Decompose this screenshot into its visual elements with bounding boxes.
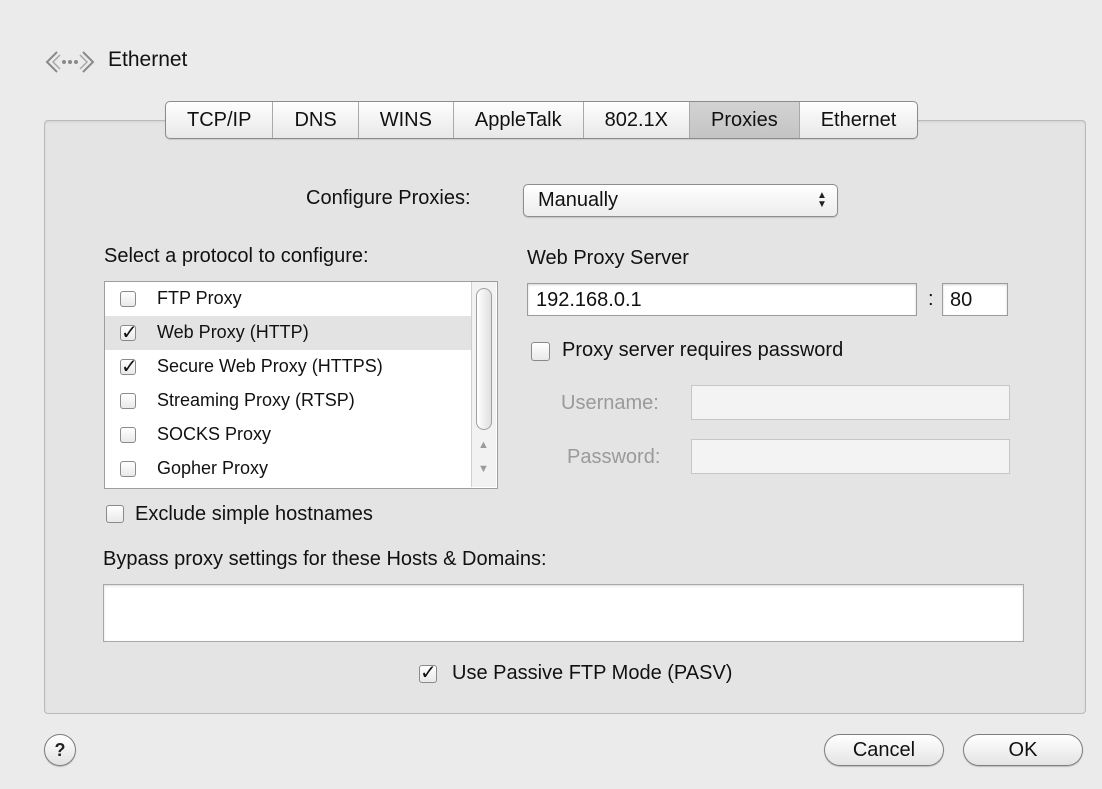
list-item-label: SOCKS Proxy bbox=[157, 424, 272, 444]
password-label: Password: bbox=[567, 446, 661, 468]
scroll-down-icon[interactable]: ▼ bbox=[478, 463, 489, 475]
gopher-proxy-checkbox[interactable] bbox=[120, 461, 136, 477]
tab-dns[interactable]: DNS bbox=[273, 102, 359, 138]
proxy-port-field[interactable]: 80 bbox=[942, 283, 1008, 316]
tab-tcpip[interactable]: TCP/IP bbox=[166, 102, 274, 138]
configure-proxies-popup[interactable]: Manually ▲ ▼ bbox=[523, 184, 838, 217]
list-item-web-proxy[interactable]: Web Proxy (HTTP) bbox=[105, 316, 471, 350]
protocol-list: FTP Proxy Web Proxy (HTTP) Secure Web Pr… bbox=[104, 281, 498, 489]
streaming-proxy-checkbox[interactable] bbox=[120, 393, 136, 409]
list-item-secure-web-proxy[interactable]: Secure Web Proxy (HTTPS) bbox=[105, 350, 471, 384]
ok-button[interactable]: OK bbox=[963, 734, 1083, 766]
bypass-hosts-field[interactable] bbox=[103, 584, 1024, 642]
list-item-ftp-proxy[interactable]: FTP Proxy bbox=[105, 282, 471, 316]
window-title: Ethernet bbox=[108, 48, 188, 71]
tab-bar: TCP/IP DNS WINS AppleTalk 802.1X Proxies… bbox=[165, 101, 919, 139]
list-item-label: Gopher Proxy bbox=[157, 458, 269, 478]
proxy-host-field[interactable]: 192.168.0.1 bbox=[527, 283, 917, 316]
tab-ethernet[interactable]: Ethernet bbox=[800, 102, 918, 138]
exclude-simple-hostnames-checkbox[interactable] bbox=[106, 505, 124, 523]
web-proxy-checkbox[interactable] bbox=[120, 320, 138, 345]
list-item-label: Secure Web Proxy (HTTPS) bbox=[157, 356, 383, 376]
tab-proxies[interactable]: Proxies bbox=[690, 102, 800, 138]
password-field bbox=[691, 439, 1010, 474]
passive-ftp-label: Use Passive FTP Mode (PASV) bbox=[452, 662, 733, 684]
requires-password-label: Proxy server requires password bbox=[562, 339, 844, 361]
scrollbar-thumb[interactable] bbox=[476, 288, 492, 430]
list-item-socks-proxy[interactable]: SOCKS Proxy bbox=[105, 418, 471, 452]
scroll-up-icon[interactable]: ▲ bbox=[478, 439, 489, 451]
cancel-button[interactable]: Cancel bbox=[824, 734, 944, 766]
list-item-label: FTP Proxy bbox=[157, 288, 242, 308]
bypass-label: Bypass proxy settings for these Hosts & … bbox=[103, 548, 547, 570]
web-proxy-server-label: Web Proxy Server bbox=[527, 247, 689, 269]
tab-appletalk[interactable]: AppleTalk bbox=[454, 102, 584, 138]
ftp-proxy-checkbox[interactable] bbox=[120, 291, 136, 307]
secure-web-proxy-checkbox[interactable] bbox=[120, 354, 138, 379]
list-item-gopher-proxy[interactable]: Gopher Proxy bbox=[105, 452, 471, 486]
help-button[interactable]: ? bbox=[44, 734, 76, 766]
socks-proxy-checkbox[interactable] bbox=[120, 427, 136, 443]
username-field bbox=[691, 385, 1010, 420]
host-port-separator: : bbox=[928, 288, 934, 310]
protocol-list-scrollbar[interactable]: ▲ ▼ bbox=[471, 282, 496, 487]
popup-arrows-icon: ▲ ▼ bbox=[817, 190, 827, 210]
passive-ftp-checkbox[interactable] bbox=[419, 660, 437, 685]
network-ethernet-icon bbox=[45, 48, 95, 76]
list-item-label: Streaming Proxy (RTSP) bbox=[157, 390, 355, 410]
requires-password-checkbox[interactable] bbox=[531, 342, 550, 361]
exclude-simple-hostnames-label: Exclude simple hostnames bbox=[135, 503, 373, 525]
list-item-label: Web Proxy (HTTP) bbox=[157, 322, 309, 342]
tab-wins[interactable]: WINS bbox=[359, 102, 454, 138]
configure-proxies-value: Manually bbox=[538, 189, 619, 211]
configure-proxies-label: Configure Proxies: bbox=[306, 187, 471, 209]
tab-8021x[interactable]: 802.1X bbox=[584, 102, 691, 138]
username-label: Username: bbox=[561, 392, 659, 414]
list-item-streaming-proxy[interactable]: Streaming Proxy (RTSP) bbox=[105, 384, 471, 418]
protocol-list-label: Select a protocol to configure: bbox=[104, 245, 369, 267]
